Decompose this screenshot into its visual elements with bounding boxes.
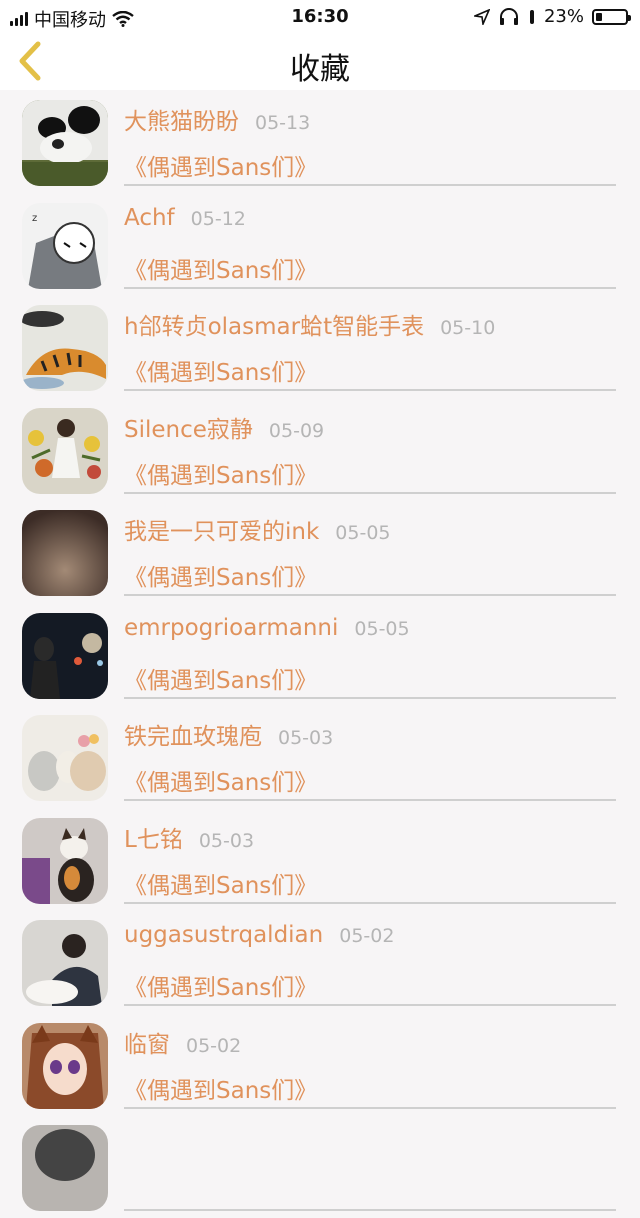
favorite-date: 05-02 [186, 1034, 242, 1057]
name-line: 大熊猫盼盼 05-13 [124, 102, 616, 136]
favorite-date: 05-10 [440, 317, 496, 339]
divider [124, 594, 616, 596]
name-line: uggasustrqaldian 05-02 [124, 922, 616, 948]
divider [124, 286, 616, 289]
user-name[interactable]: L七铭 [124, 827, 183, 853]
status-right: 23% [473, 6, 631, 27]
favorite-date: 05-13 [255, 112, 311, 134]
user-name[interactable]: Achf [124, 205, 175, 231]
avatar-image [22, 1022, 108, 1109]
list-item-2[interactable]: h郃转贞olasmar蛤t智能手表 05-10 《偶遇到Sans们》 [0, 295, 640, 398]
divider [124, 901, 616, 904]
user-name[interactable]: uggasustrqaldian [124, 922, 323, 948]
anime-girl-avatar[interactable] [22, 1022, 108, 1109]
cat-avatar[interactable] [22, 817, 108, 904]
article-title[interactable]: 《偶遇到Sans们》 [124, 456, 317, 490]
user-name[interactable]: h郃转贞olasmar蛤t智能手表 [124, 314, 424, 340]
girl-flowers-avatar[interactable] [22, 407, 108, 494]
location-arrow-icon [473, 8, 490, 25]
status-bar: 中国移动 16:30 23% [0, 0, 640, 34]
name-line: h郃转贞olasmar蛤t智能手表 05-10 [124, 307, 616, 341]
avatar-image [22, 817, 108, 904]
divider [124, 1004, 616, 1006]
divider [124, 799, 616, 801]
divider [124, 696, 616, 699]
avatar-image [22, 510, 108, 596]
name-line: emrpogrioarmanni 05-05 [124, 615, 616, 641]
favorite-date: 05-02 [339, 925, 395, 947]
divider [124, 1209, 616, 1211]
list-item-10[interactable] [0, 1115, 640, 1218]
user-name[interactable]: emrpogrioarmanni [124, 615, 338, 641]
favorite-date: 05-05 [354, 617, 410, 640]
avatar-image: z [22, 202, 108, 289]
name-line: 临窗 05-02 [124, 1025, 616, 1059]
avatar-image [22, 407, 108, 494]
name-line: L七铭 05-03 [124, 820, 616, 854]
battery-icon [592, 8, 631, 25]
plush-toys-avatar[interactable] [22, 715, 108, 801]
name-line: 铁完血玫瑰庖 05-03 [124, 717, 616, 751]
avatar-image [22, 612, 108, 699]
article-title[interactable]: 《偶遇到Sans们》 [124, 353, 317, 387]
user-name[interactable]: 临窗 [124, 1032, 170, 1058]
article-title[interactable]: 《偶遇到Sans们》 [124, 968, 317, 1002]
list-item-4[interactable]: 我是一只可爱的ink 05-05 《偶遇到Sans们》 [0, 500, 640, 603]
man-with-dog-avatar[interactable] [22, 920, 108, 1006]
list-item-3[interactable]: Silence寂静 05-09 《偶遇到Sans们》 [0, 398, 640, 501]
tiger-avatar[interactable] [22, 305, 108, 391]
list-item-5[interactable]: emrpogrioarmanni 05-05 《偶遇到Sans们》 [0, 603, 640, 706]
favorite-date: 05-03 [198, 829, 255, 852]
favorite-date: 05-05 [335, 522, 391, 544]
article-title[interactable]: 《偶遇到Sans们》 [124, 661, 317, 695]
favorites-list[interactable]: 大熊猫盼盼 05-13 《偶遇到Sans们》 z Achf 05-12 《偶遇到Sa… [0, 90, 640, 1218]
avatar-image [22, 715, 108, 801]
avatar-image [22, 100, 108, 186]
anime-sketch-avatar[interactable]: z [22, 202, 108, 289]
favorite-date: 05-09 [268, 419, 325, 442]
favorite-date: 05-03 [278, 727, 334, 749]
divider [124, 389, 616, 391]
list-item-8[interactable]: uggasustrqaldian 05-02 《偶遇到Sans们》 [0, 910, 640, 1013]
panda-avatar[interactable] [22, 100, 108, 186]
blurry-brown-avatar[interactable] [22, 510, 108, 596]
divider [124, 491, 616, 494]
name-line [124, 1127, 616, 1153]
headphones-icon [499, 7, 518, 25]
list-item-0[interactable]: 大熊猫盼盼 05-13 《偶遇到Sans们》 [0, 90, 640, 193]
name-line: Achf 05-12 [124, 205, 616, 231]
article-title[interactable]: 《偶遇到Sans们》 [124, 866, 317, 900]
user-name[interactable]: 大熊猫盼盼 [124, 109, 239, 135]
article-title[interactable]: 《偶遇到Sans们》 [124, 558, 317, 592]
name-line: Silence寂静 05-09 [124, 410, 616, 444]
article-title[interactable]: 《偶遇到Sans们》 [124, 148, 317, 182]
avatar-image [22, 305, 108, 391]
divider [124, 184, 616, 186]
article-title[interactable]: 《偶遇到Sans们》 [124, 1071, 317, 1105]
user-name[interactable]: 铁完血玫瑰庖 [124, 724, 262, 750]
user-name[interactable]: 我是一只可爱的ink [124, 519, 319, 545]
user-name[interactable]: Silence寂静 [124, 417, 253, 443]
list-item-7[interactable]: L七铭 05-03 《偶遇到Sans们》 [0, 808, 640, 911]
nav-bar: 收藏 [0, 34, 640, 90]
battery-fill [596, 12, 602, 21]
night-street-avatar[interactable] [22, 612, 108, 699]
page-title: 收藏 [290, 52, 350, 87]
alarm-icon [529, 9, 534, 24]
article-title[interactable]: 《偶遇到Sans们》 [124, 251, 317, 285]
avatar-image [22, 920, 108, 1006]
article-title[interactable]: 《偶遇到Sans们》 [124, 763, 317, 797]
divider [124, 1106, 616, 1109]
name-line: 我是一只可爱的ink 05-05 [124, 512, 616, 546]
battery-percent: 23% [543, 6, 584, 27]
list-item-6[interactable]: 铁完血玫瑰庖 05-03 《偶遇到Sans们》 [0, 705, 640, 808]
list-item-9[interactable]: 临窗 05-02 《偶遇到Sans们》 [0, 1013, 640, 1116]
svg-text:z: z [32, 213, 37, 224]
favorite-date: 05-12 [190, 207, 246, 230]
list-item-1[interactable]: z Achf 05-12 《偶遇到Sans们》 [0, 193, 640, 296]
